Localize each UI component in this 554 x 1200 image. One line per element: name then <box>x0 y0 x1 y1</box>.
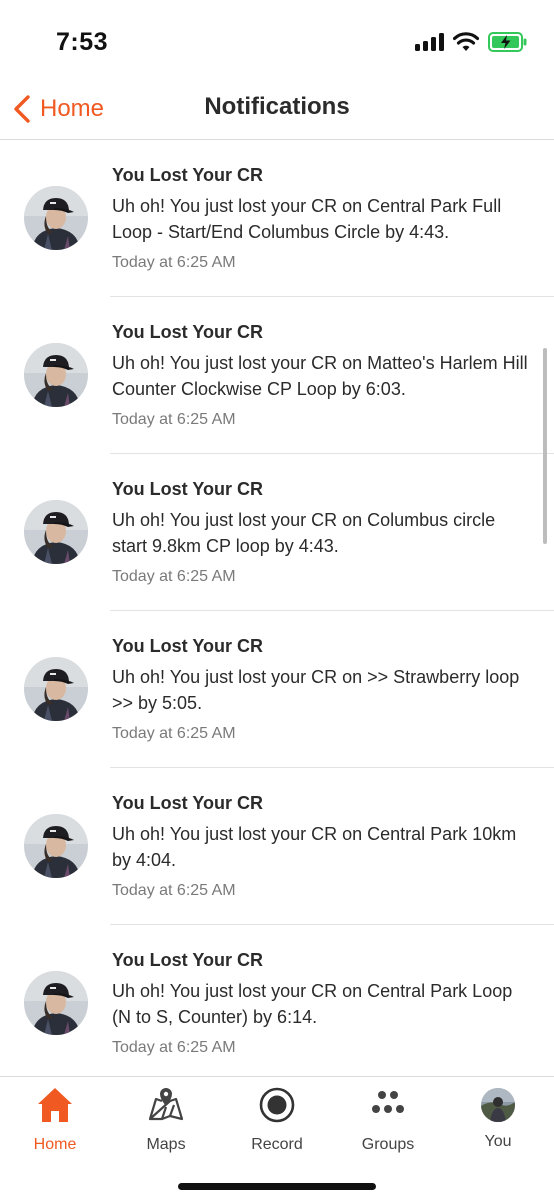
avatar[interactable] <box>24 500 88 564</box>
notification-title: You Lost Your CR <box>112 165 263 185</box>
tab-label: Groups <box>361 1136 415 1153</box>
notification-title: You Lost Your CR <box>112 479 263 499</box>
groups-icon <box>372 1091 404 1113</box>
notification-time: Today at 6:25 AM <box>112 882 236 899</box>
notification-title: You Lost Your CR <box>112 636 263 656</box>
notification-body: Uh oh! You just lost your CR on Matteo's… <box>112 353 528 399</box>
notification-time: Today at 6:25 AM <box>112 411 236 428</box>
avatar[interactable] <box>24 814 88 878</box>
tab-you[interactable]: You <box>448 1085 548 1157</box>
notification-list: You Lost Your CR Uh oh! You just lost yo… <box>0 140 554 1076</box>
notification-item[interactable]: You Lost Your CR Uh oh! You just lost yo… <box>0 611 554 768</box>
notification-time: Today at 6:25 AM <box>112 568 236 585</box>
status-icons <box>415 32 528 52</box>
tab-groups[interactable]: Groups <box>338 1085 438 1157</box>
notification-time: Today at 6:25 AM <box>112 725 236 742</box>
notification-item[interactable]: You Lost Your CR Uh oh! You just lost yo… <box>0 768 554 925</box>
tab-home[interactable]: Home <box>5 1085 105 1157</box>
home-icon <box>38 1088 72 1122</box>
notification-body: Uh oh! You just lost your CR on >> Straw… <box>112 667 520 713</box>
scrollbar[interactable] <box>543 348 547 544</box>
battery-icon <box>488 32 527 52</box>
avatar[interactable] <box>24 343 88 407</box>
avatar[interactable] <box>24 186 88 250</box>
wifi-icon <box>453 32 479 51</box>
signal-icon <box>415 33 444 51</box>
status-time: 7:53 <box>56 28 109 56</box>
tab-record[interactable]: Record <box>227 1085 327 1157</box>
notification-body: Uh oh! You just lost your CR on Central … <box>112 196 502 242</box>
map-icon <box>148 1088 184 1121</box>
tab-maps[interactable]: Maps <box>116 1085 216 1157</box>
notification-item[interactable]: You Lost Your CR Uh oh! You just lost yo… <box>0 925 554 1076</box>
notification-body: Uh oh! You just lost your CR on Central … <box>112 824 517 870</box>
avatar[interactable] <box>24 657 88 721</box>
avatar[interactable] <box>24 971 88 1035</box>
notification-item[interactable]: You Lost Your CR Uh oh! You just lost yo… <box>0 140 554 297</box>
notification-time: Today at 6:25 AM <box>112 1039 236 1056</box>
tab-label: Home <box>33 1136 77 1153</box>
home-indicator <box>178 1183 376 1190</box>
tab-label: Maps <box>146 1136 186 1153</box>
notification-title: You Lost Your CR <box>112 322 263 342</box>
notification-body: Uh oh! You just lost your CR on Columbus… <box>112 510 496 556</box>
nav-header: Home Notifications <box>0 80 554 140</box>
tab-bar: Home Maps Record Groups You <box>0 1076 554 1200</box>
notification-title: You Lost Your CR <box>112 950 263 970</box>
status-bar: 7:53 <box>0 0 554 80</box>
notification-item[interactable]: You Lost Your CR Uh oh! You just lost yo… <box>0 297 554 454</box>
record-icon <box>259 1087 295 1123</box>
notification-item[interactable]: You Lost Your CR Uh oh! You just lost yo… <box>0 454 554 611</box>
notification-body: Uh oh! You just lost your CR on Central … <box>112 981 513 1027</box>
notification-title: You Lost Your CR <box>112 793 263 813</box>
avatar <box>481 1088 515 1122</box>
page-title: Notifications <box>204 93 350 120</box>
tab-label: You <box>484 1133 512 1150</box>
notification-time: Today at 6:25 AM <box>112 254 236 271</box>
tab-label: Record <box>251 1136 303 1153</box>
